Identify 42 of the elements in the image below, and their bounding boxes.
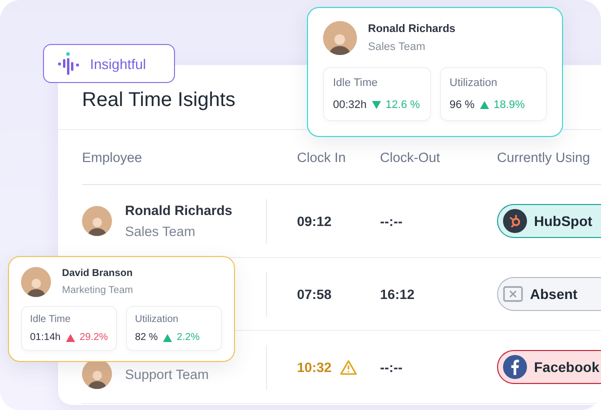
employee-name: Ronald Richards	[125, 203, 232, 218]
column-header: Clock-Out	[380, 150, 442, 164]
logo-icon	[58, 52, 80, 76]
app-tag: Facebook	[497, 350, 601, 384]
clock-in-time: 09:12	[297, 214, 332, 228]
avatar	[82, 206, 112, 236]
stat-label: Utilization	[450, 77, 498, 89]
hubspot-icon	[503, 209, 527, 233]
clock-out-time: --:--	[380, 360, 404, 374]
stat-label: Idle Time	[333, 77, 379, 89]
employee-team: Marketing Team	[62, 285, 133, 296]
avatar	[323, 21, 357, 55]
employee-name: David Branson	[62, 268, 133, 279]
facebook-icon	[503, 355, 527, 379]
column-header: Employee	[82, 150, 144, 164]
warning-icon	[340, 360, 357, 374]
app-tag: HubSpot	[497, 204, 601, 238]
stat-change: 2.2%	[176, 332, 200, 343]
logo-badge: Insightful	[43, 44, 175, 83]
stat-value: 01:14h	[30, 332, 61, 343]
clock-in-time: 10:32	[297, 360, 332, 374]
employee-team: Sales Team	[125, 224, 196, 239]
column-header: Currently Using	[497, 150, 592, 164]
employee-name: Ronald Richards	[368, 23, 456, 35]
app-tag: Absent	[497, 277, 601, 311]
clock-out-time: --:--	[380, 214, 404, 228]
stat-change: 29.2%	[80, 332, 108, 343]
clock-in-time: 07:58	[297, 286, 332, 302]
avatar	[82, 359, 112, 389]
avatar	[21, 267, 51, 297]
stat-change: 12.6 %	[386, 99, 420, 111]
stat-change: 18.9%	[494, 99, 525, 111]
stat-label: Idle Time	[30, 314, 72, 325]
stat-value: 82 %	[135, 332, 158, 343]
stat-label: Utilization	[135, 314, 180, 325]
stat-value: 00:32h	[333, 99, 367, 111]
column-header: Clock In	[296, 150, 347, 164]
employee-team: Sales Team	[368, 41, 426, 53]
cross-box-icon	[503, 286, 523, 302]
employee-team: Support Team	[125, 366, 209, 382]
clock-out-time: 16:12	[380, 286, 416, 302]
stat-value: 96 %	[450, 99, 475, 111]
